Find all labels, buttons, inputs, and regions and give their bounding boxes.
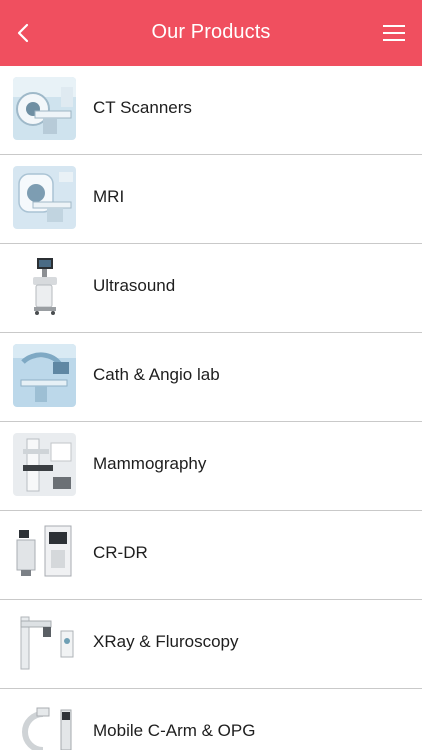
product-label: Ultrasound [93,276,176,295]
list-item-cath-angio-lab[interactable]: Cath & Angio lab [0,333,422,422]
product-label: Mammography [93,454,207,473]
cr-dr-thumbnail [13,522,76,585]
product-label: Mobile C-Arm & OPG [93,721,256,740]
product-list: CT Scanners MRI Ultrasound Cath & Angio … [0,66,422,750]
app-header: Our Products [0,0,422,66]
list-item-mri[interactable]: MRI [0,155,422,244]
page-title: Our Products [151,21,271,43]
product-label: MRI [93,187,125,206]
xray-fluroscopy-thumbnail [13,611,76,674]
product-label: CT Scanners [93,98,192,117]
list-item-ct-scanners[interactable]: CT Scanners [0,66,422,155]
ultrasound-thumbnail [13,255,76,318]
list-item-mammography[interactable]: Mammography [0,422,422,511]
product-label: Cath & Angio lab [93,365,220,384]
mri-thumbnail [13,166,76,229]
ct-scanner-thumbnail [13,77,76,140]
list-item-xray-fluroscopy[interactable]: XRay & Fluroscopy [0,600,422,689]
product-label: CR-DR [93,543,148,562]
product-label: XRay & Fluroscopy [93,632,239,651]
list-item-mobile-c-arm-opg[interactable]: Mobile C-Arm & OPG [0,689,422,750]
mammography-thumbnail [13,433,76,496]
list-item-ultrasound[interactable]: Ultrasound [0,244,422,333]
hamburger-menu-icon [383,25,405,41]
cath-angio-lab-thumbnail [13,344,76,407]
menu-button[interactable] [382,22,408,44]
mobile-c-arm-opg-thumbnail [13,700,76,750]
list-item-cr-dr[interactable]: CR-DR [0,511,422,600]
